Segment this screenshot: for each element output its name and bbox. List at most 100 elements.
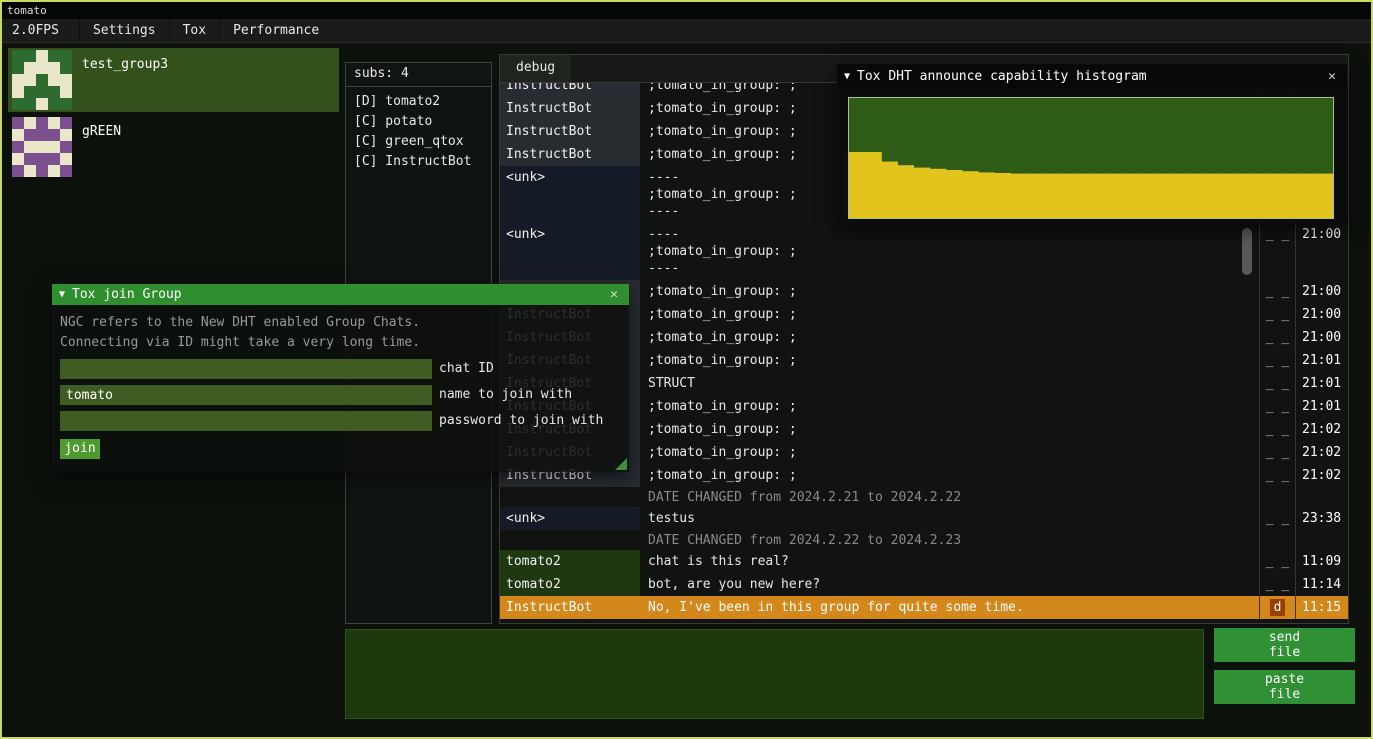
- menu-item-settings[interactable]: Settings: [79, 19, 169, 42]
- chat-row[interactable]: InstructBotNo, I've been in this group f…: [500, 596, 1348, 619]
- chat-flags: _ _: [1259, 573, 1295, 596]
- histogram-plot: [848, 97, 1334, 219]
- chat-sender: InstructBot: [500, 83, 640, 97]
- group-avatar: [12, 50, 72, 110]
- chat-sender: InstructBot: [500, 97, 640, 120]
- chat-time: 21:00: [1295, 303, 1348, 326]
- chat-date-row: DATE CHANGED from 2024.2.22 to 2024.2.23: [500, 530, 1348, 550]
- menu-item-tox[interactable]: Tox: [169, 19, 219, 42]
- chat-sender: <unk>: [500, 166, 640, 223]
- chat-message: bot, are you new here?: [640, 573, 1259, 596]
- chat-flags: _ _: [1259, 507, 1295, 530]
- chat-sender: tomato2: [500, 550, 640, 573]
- chat-message: ;tomato_in_group: ;: [640, 303, 1259, 326]
- chat-message: ;tomato_in_group: ;: [640, 441, 1259, 464]
- chat-row[interactable]: <unk>testus_ _23:38: [500, 507, 1348, 530]
- member-item[interactable]: [C] potato: [354, 112, 483, 132]
- chat-sender: <unk>: [500, 507, 640, 530]
- histogram-titlebar[interactable]: ▼ Tox DHT announce capability histogram …: [837, 64, 1347, 88]
- chat-message: ;tomato_in_group: ;: [640, 349, 1259, 372]
- chat-flags: _ _: [1259, 303, 1295, 326]
- chat-flags: _ _: [1259, 550, 1295, 573]
- chat-time: 21:01: [1295, 395, 1348, 418]
- join-desc-line2: Connecting via ID might take a very long…: [52, 333, 629, 353]
- chat-message: STRUCT: [640, 372, 1259, 395]
- join-button[interactable]: join: [60, 439, 100, 459]
- group-item-test_group3[interactable]: test_group3: [8, 48, 339, 112]
- group-item-gREEN[interactable]: gREEN: [8, 115, 339, 179]
- dht-histogram-window: ▼ Tox DHT announce capability histogram …: [837, 64, 1347, 224]
- chat-flags: _ _: [1259, 372, 1295, 395]
- chat-message: DATE CHANGED from 2024.2.21 to 2024.2.22: [640, 487, 1259, 507]
- chat-flags: _ _: [1259, 441, 1295, 464]
- chat-sender: tomato2: [500, 573, 640, 596]
- chat-sender: <unk>: [500, 223, 640, 280]
- chat-message: ;tomato_in_group: ;: [640, 464, 1259, 487]
- resize-grip[interactable]: [615, 458, 627, 470]
- chat-row[interactable]: tomato2bot, are you new here?_ _11:14: [500, 573, 1348, 596]
- chat-time: 21:00: [1295, 326, 1348, 349]
- chat-message: chat is this real?: [640, 550, 1259, 573]
- subs-label: subs: 4: [354, 66, 409, 81]
- chat-sender: InstructBot: [500, 596, 640, 619]
- join-desc-line1: NGC refers to the New DHT enabled Group …: [52, 313, 629, 333]
- chat-time: 21:01: [1295, 349, 1348, 372]
- chat-message: testus: [640, 507, 1259, 530]
- chat-message: ;tomato_in_group: ;: [640, 280, 1259, 303]
- join-name-label: name to join with: [439, 385, 572, 405]
- chat-time: 21:02: [1295, 464, 1348, 487]
- message-input[interactable]: [345, 629, 1204, 719]
- join-group-window: ▼ Tox join Group ✕ NGC refers to the New…: [52, 284, 629, 472]
- chat-id-input[interactable]: [60, 359, 432, 379]
- chat-sender: InstructBot: [500, 120, 640, 143]
- chat-time: 11:14: [1295, 573, 1348, 596]
- chat-message: No, I've been in this group for quite so…: [640, 596, 1259, 619]
- send-file-button[interactable]: send file: [1214, 628, 1355, 662]
- chat-flags: _ _: [1259, 464, 1295, 487]
- group-avatar: [12, 117, 72, 177]
- collapse-arrow-icon[interactable]: ▼: [59, 289, 65, 300]
- chat-flags: _ _: [1259, 349, 1295, 372]
- collapse-arrow-icon[interactable]: ▼: [844, 71, 850, 82]
- chat-sender: [500, 530, 640, 550]
- member-item[interactable]: [D] tomato2: [354, 92, 483, 112]
- chat-scrollbar-thumb[interactable]: [1242, 228, 1252, 275]
- chat-time: 21:00: [1295, 280, 1348, 303]
- tab-debug[interactable]: debug: [500, 55, 571, 82]
- chat-row[interactable]: tomato2chat is this real?_ _11:09: [500, 550, 1348, 573]
- close-icon[interactable]: ✕: [1324, 69, 1340, 84]
- chat-time: 21:00: [1295, 223, 1348, 280]
- chat-message: ;tomato_in_group: ;: [640, 395, 1259, 418]
- chat-flags: _ _: [1259, 418, 1295, 441]
- join-password-input[interactable]: [60, 411, 432, 431]
- member-item[interactable]: [C] InstructBot: [354, 152, 483, 172]
- chat-message: ;tomato_in_group: ;: [640, 418, 1259, 441]
- app-window: tomato 2.0FPS SettingsToxPerformance tes…: [0, 0, 1373, 739]
- chat-row[interactable]: <unk>---- ;tomato_in_group: ; ----_ _21:…: [500, 223, 1348, 280]
- chat-message: DATE CHANGED from 2024.2.22 to 2024.2.23: [640, 530, 1259, 550]
- chat-sender: [500, 487, 640, 507]
- join-window-title: Tox join Group: [72, 287, 182, 302]
- close-icon[interactable]: ✕: [606, 287, 622, 302]
- chat-time: [1295, 530, 1348, 550]
- chat-flags: _ _: [1259, 280, 1295, 303]
- chat-flags: [1259, 487, 1295, 507]
- join-window-titlebar[interactable]: ▼ Tox join Group ✕: [52, 284, 629, 305]
- chat-id-label: chat ID: [439, 359, 494, 379]
- join-password-label: password to join with: [439, 411, 603, 431]
- chat-time: 21:01: [1295, 372, 1348, 395]
- menu-item-performance[interactable]: Performance: [219, 19, 332, 42]
- member-item[interactable]: [C] green_qtox: [354, 132, 483, 152]
- menubar: 2.0FPS SettingsToxPerformance: [2, 19, 1371, 43]
- join-name-input[interactable]: [60, 385, 432, 405]
- chat-date-row: DATE CHANGED from 2024.2.21 to 2024.2.22: [500, 487, 1348, 507]
- subs-box: subs: 4: [345, 62, 492, 87]
- chat-flags: _ _: [1259, 395, 1295, 418]
- paste-file-button[interactable]: paste file: [1214, 670, 1355, 704]
- group-name: gREEN: [82, 124, 121, 139]
- fps-readout: 2.0FPS: [2, 19, 69, 42]
- histogram-window-title: Tox DHT announce capability histogram: [857, 69, 1147, 84]
- chat-message: ;tomato_in_group: ;: [640, 326, 1259, 349]
- chat-flags: d: [1259, 596, 1295, 619]
- chat-time: 11:09: [1295, 550, 1348, 573]
